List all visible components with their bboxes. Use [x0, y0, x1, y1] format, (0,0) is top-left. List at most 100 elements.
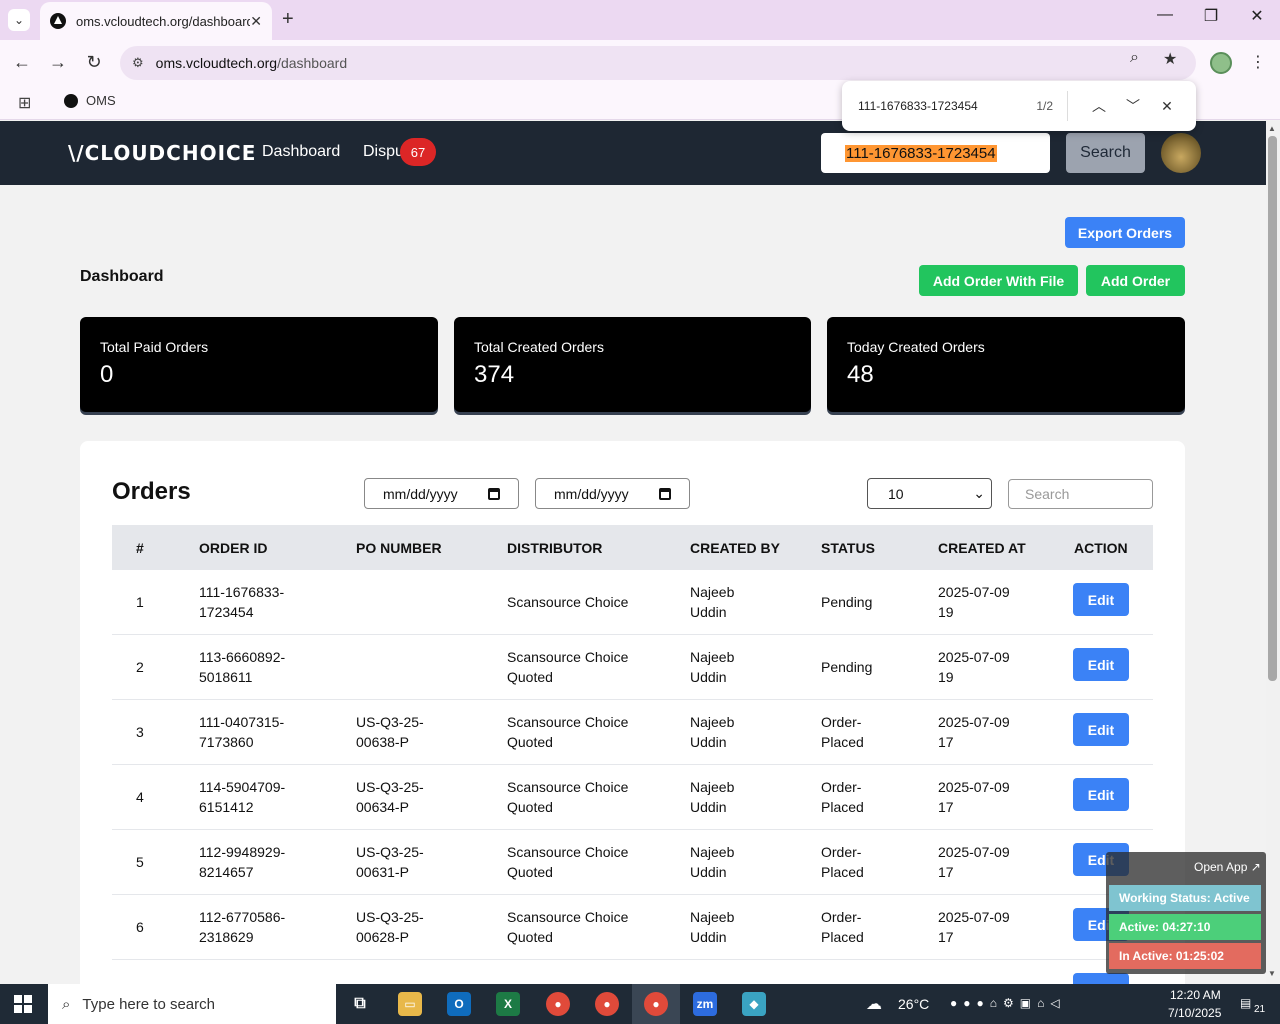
stat-value: 374: [474, 361, 515, 388]
find-close-icon[interactable]: ✕: [1154, 98, 1180, 115]
inactive-timer: In Active: 01:25:02: [1109, 943, 1261, 969]
tab-search-icon[interactable]: ⌄: [8, 9, 30, 31]
open-app-link[interactable]: Open App ↗: [1194, 860, 1261, 874]
cell-distributor-line: Quoted: [507, 864, 553, 880]
tray-icons[interactable]: ●●●⌂⚙▣⌂◁: [950, 996, 1066, 1010]
chrome-profile-icon[interactable]: ●: [595, 992, 619, 1016]
find-next-icon[interactable]: ﹀: [1120, 96, 1146, 116]
minimize-icon[interactable]: —: [1150, 6, 1180, 24]
cell-status: Pending: [821, 592, 872, 612]
zoom-icon[interactable]: zm: [693, 992, 717, 1016]
taskbar-search[interactable]: ⌕ Type here to search: [48, 984, 336, 1024]
excel-icon[interactable]: X: [496, 992, 520, 1016]
scroll-up-icon[interactable]: ▲: [1268, 124, 1276, 133]
page-search-icon[interactable]: ⌕: [1130, 49, 1139, 67]
table-row: 4 114-5904709- 6151412 US-Q3-25- 00634-P Scan…: [112, 765, 1153, 830]
cell-status: Order- Placed: [821, 907, 864, 947]
restore-icon[interactable]: ❐: [1196, 6, 1226, 26]
windows-start-icon[interactable]: [14, 995, 32, 1013]
back-icon[interactable]: ←: [10, 52, 34, 73]
profile-icon[interactable]: [1210, 52, 1232, 74]
forward-icon[interactable]: →: [46, 52, 70, 73]
table-search-input[interactable]: Search: [1008, 479, 1153, 509]
edit-button[interactable]: Edit: [1073, 713, 1129, 746]
chrome-active-icon[interactable]: ●: [644, 992, 668, 1016]
export-orders-button[interactable]: Export Orders: [1065, 217, 1185, 248]
file-explorer-icon[interactable]: ▭: [398, 992, 422, 1016]
cell-distributor-line: Scansource Choice: [507, 844, 629, 860]
cell-created-by-line: Najeeb: [690, 649, 735, 665]
task-view-icon[interactable]: ⧉: [348, 992, 372, 1016]
scroll-thumb[interactable]: [1268, 136, 1277, 681]
page-size-select[interactable]: 10 ⌄: [867, 478, 992, 509]
cell-number-line: 4: [136, 789, 144, 805]
col-created-by: CREATED BY: [690, 540, 780, 556]
clock-date[interactable]: 7/10/2025: [1168, 1006, 1221, 1020]
cell-number: 5: [136, 852, 144, 872]
find-previous-icon[interactable]: ︿: [1086, 96, 1112, 116]
avatar[interactable]: [1161, 133, 1201, 173]
weather-temp[interactable]: 26°C: [898, 996, 929, 1012]
table-row: 3 111-0407315- 7173860 US-Q3-25- 00638-P Scan…: [112, 700, 1153, 765]
reload-icon[interactable]: ↻: [82, 52, 106, 73]
edit-button[interactable]: Edit: [1073, 648, 1129, 681]
cell-created-by-line: Uddin: [690, 864, 727, 880]
cell-number-line: 6: [136, 919, 144, 935]
cell-distributor-line: Quoted: [507, 929, 553, 945]
bookmark-oms[interactable]: OMS: [64, 93, 116, 108]
browser-tab[interactable]: oms.vcloudtech.org/dashboard ✕: [40, 2, 272, 40]
col-number: #: [136, 540, 144, 556]
address-bar[interactable]: ⚙ oms.vcloudtech.org /dashboard: [120, 46, 1196, 80]
nav-disputes[interactable]: Dispu: [363, 143, 404, 161]
cell-number-line: 3: [136, 724, 144, 740]
find-input[interactable]: 111-1676833-1723454: [858, 99, 1036, 113]
chrome-icon[interactable]: ●: [546, 992, 570, 1016]
col-po-number: PO NUMBER: [356, 540, 442, 556]
search-button[interactable]: Search: [1066, 133, 1145, 173]
cell-status-line: Order-: [821, 844, 862, 860]
weather-icon[interactable]: ☁: [866, 994, 882, 1014]
new-tab-button[interactable]: +: [282, 8, 294, 31]
cell-distributor: Scansource Choice Quoted: [507, 907, 628, 947]
header-search-input[interactable]: 111-1676833-1723454: [821, 133, 1050, 173]
cell-created-by: Najeeb Uddin: [690, 647, 734, 687]
apps-grid-icon[interactable]: ⊞: [18, 93, 31, 113]
edit-button[interactable]: Edit: [1073, 583, 1129, 616]
date-to-input[interactable]: mm/dd/yyyy: [535, 478, 690, 509]
close-tab-icon[interactable]: ✕: [250, 13, 262, 30]
taskbar-search-placeholder: Type here to search: [82, 995, 215, 1013]
col-distributor: DISTRIBUTOR: [507, 540, 603, 556]
cell-created-by-line: Uddin: [690, 604, 727, 620]
find-count: 1/2: [1036, 99, 1053, 113]
menu-icon[interactable]: ⋮: [1250, 52, 1266, 72]
find-bar: 111-1676833-1723454 1/2 ︿ ﹀ ✕: [842, 81, 1196, 131]
calendar-icon[interactable]: [488, 487, 500, 500]
cell-status-line: Placed: [821, 864, 864, 880]
close-window-icon[interactable]: ✕: [1242, 6, 1272, 26]
add-order-with-file-button[interactable]: Add Order With File: [919, 265, 1078, 296]
cell-distributor-line: Quoted: [507, 799, 553, 815]
logo[interactable]: \/CLOUDCHOICE: [68, 141, 256, 165]
notifications-icon[interactable]: ▤: [1240, 996, 1251, 1010]
bookmark-star-icon[interactable]: ★: [1163, 49, 1177, 69]
nav-dashboard[interactable]: Dashboard: [262, 143, 340, 161]
orders-title: Orders: [112, 478, 191, 505]
site-info-icon[interactable]: ⚙: [132, 55, 144, 71]
add-order-button[interactable]: Add Order: [1086, 265, 1185, 296]
calendar-icon[interactable]: [659, 487, 671, 500]
cell-order-id-line: 112-6770586-: [199, 909, 286, 925]
cell-distributor: Scansource Choice Quoted: [507, 777, 628, 817]
date-from-input[interactable]: mm/dd/yyyy: [364, 478, 519, 509]
app-icon[interactable]: ◆: [742, 992, 766, 1016]
cell-order-id-line: 5018611: [199, 669, 253, 685]
edit-button[interactable]: Edit: [1073, 778, 1129, 811]
cell-distributor: Scansource Choice Quoted: [507, 842, 628, 882]
scroll-down-icon[interactable]: ▼: [1268, 969, 1276, 978]
clock-time[interactable]: 12:20 AM: [1170, 988, 1221, 1002]
cell-po-number-line: 00634-P: [356, 799, 409, 815]
cell-po-number-line: US-Q3-25-: [356, 909, 424, 925]
outlook-icon[interactable]: O: [447, 992, 471, 1016]
cell-created-by-line: Najeeb: [690, 584, 735, 600]
tab-title: oms.vcloudtech.org/dashboard: [76, 13, 251, 29]
cell-created-at-line: 2025-07-09: [938, 714, 1010, 730]
